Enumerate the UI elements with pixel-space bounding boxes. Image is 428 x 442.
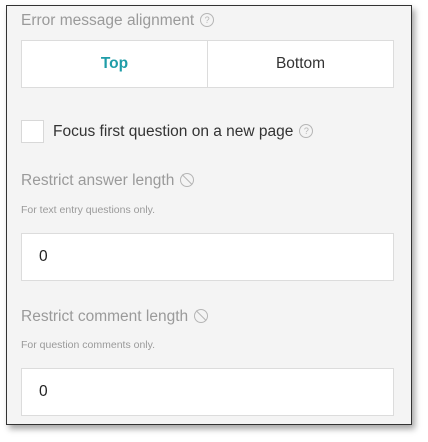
error-alignment-label-row: Error message alignment? xyxy=(21,12,215,30)
question-circle-icon[interactable]: ? xyxy=(299,123,314,138)
alignment-top-option[interactable]: Top xyxy=(22,41,208,87)
restrict-comment-help: For question comments only. xyxy=(21,339,156,351)
not-allowed-icon xyxy=(180,172,195,187)
alignment-bottom-option[interactable]: Bottom xyxy=(208,41,393,87)
restrict-comment-input[interactable]: 0 xyxy=(21,368,394,416)
restrict-answer-label-row: Restrict answer length xyxy=(21,172,195,190)
focus-first-label-row: Focus first question on a new page? xyxy=(53,123,314,141)
restrict-answer-input[interactable]: 0 xyxy=(21,233,394,281)
question-circle-icon[interactable]: ? xyxy=(200,12,215,27)
restrict-answer-help: For text entry questions only. xyxy=(21,204,156,216)
error-alignment-toggle: Top Bottom xyxy=(21,40,394,88)
not-allowed-icon xyxy=(194,308,209,323)
restrict-answer-label: Restrict answer length xyxy=(21,172,175,189)
restrict-comment-label: Restrict comment length xyxy=(21,308,189,325)
settings-panel: Error message alignment? Top Bottom Focu… xyxy=(6,5,412,425)
focus-first-label: Focus first question on a new page xyxy=(53,123,294,140)
restrict-comment-label-row: Restrict comment length xyxy=(21,308,209,326)
focus-first-checkbox[interactable] xyxy=(21,120,44,143)
error-alignment-label: Error message alignment xyxy=(21,12,195,29)
